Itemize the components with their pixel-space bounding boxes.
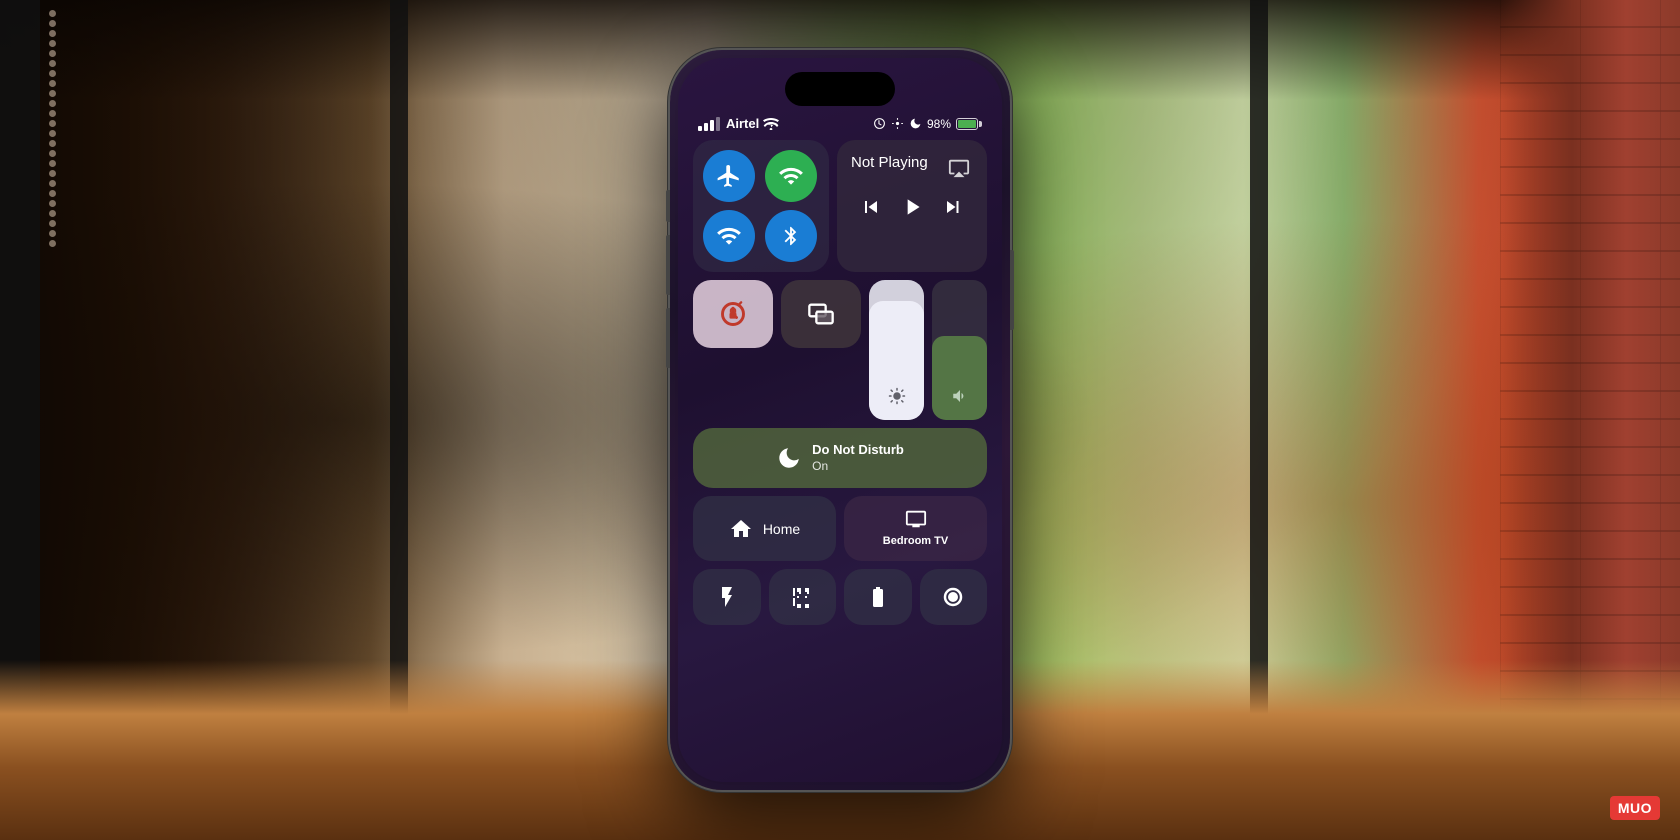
muo-watermark: MUO xyxy=(1610,796,1660,820)
wifi-icon xyxy=(716,223,742,249)
home-label: Home xyxy=(763,521,800,537)
battery-status-icon xyxy=(866,585,890,609)
fast-forward-button[interactable] xyxy=(933,191,973,229)
wifi-button[interactable] xyxy=(703,210,755,262)
rewind-button[interactable] xyxy=(851,191,891,229)
dnd-label: Do Not Disturb On xyxy=(812,442,904,474)
bluetooth-icon xyxy=(780,225,802,247)
home-row: Home Bedroom TV xyxy=(693,496,987,560)
phone-screen: Airtel xyxy=(678,58,1002,782)
carrier-name: Airtel xyxy=(726,116,759,131)
moon-icon xyxy=(909,117,922,130)
rotation-lock-button[interactable] xyxy=(693,280,773,348)
brightness-slider[interactable] xyxy=(869,280,924,420)
wifi-status-icon xyxy=(763,118,779,130)
phone-device: Airtel xyxy=(670,50,1010,790)
airplay-button[interactable] xyxy=(945,154,973,182)
volume-icon xyxy=(951,387,969,405)
bluetooth-button[interactable] xyxy=(765,210,817,262)
mute-switch[interactable] xyxy=(666,190,670,222)
do-not-disturb-button[interactable]: Do Not Disturb On xyxy=(693,428,987,488)
control-center: Not Playing xyxy=(693,140,987,757)
status-right: 98% xyxy=(873,117,982,131)
battery-icon xyxy=(956,118,982,130)
cellular-button[interactable] xyxy=(765,150,817,202)
play-button[interactable] xyxy=(891,190,933,230)
media-top: Not Playing xyxy=(851,154,973,182)
media-player[interactable]: Not Playing xyxy=(837,140,987,272)
bedroom-tv-button[interactable]: Bedroom TV xyxy=(844,496,987,560)
brightness-icon xyxy=(888,387,906,405)
battery-widget-button[interactable] xyxy=(844,569,912,625)
top-grid: Not Playing xyxy=(693,140,987,272)
bedroom-tv-label: Bedroom TV xyxy=(883,534,948,548)
screen-mirror-icon xyxy=(807,300,835,328)
qr-scanner-button[interactable] xyxy=(769,569,837,625)
bottom-row xyxy=(693,569,987,625)
dnd-row: Do Not Disturb On xyxy=(693,428,987,488)
airplane-icon xyxy=(716,163,742,189)
tv-icon xyxy=(905,508,927,530)
media-controls xyxy=(851,190,973,230)
status-left: Airtel xyxy=(698,116,779,131)
moon-dnd-icon xyxy=(776,445,802,471)
status-bar: Airtel xyxy=(698,116,982,131)
screen-mirror-button[interactable] xyxy=(781,280,861,348)
dynamic-island xyxy=(785,72,895,106)
home-button[interactable]: Home xyxy=(693,496,836,560)
record-icon xyxy=(941,585,965,609)
home-icon xyxy=(729,517,753,541)
screen-record-button[interactable] xyxy=(920,569,988,625)
qr-icon xyxy=(790,585,814,609)
volume-slider[interactable] xyxy=(932,280,987,420)
not-playing-label: Not Playing xyxy=(851,154,928,171)
airplane-mode-button[interactable] xyxy=(703,150,755,202)
battery-percent: 98% xyxy=(927,117,951,131)
volume-up-button[interactable] xyxy=(666,235,670,295)
phone-body: Airtel xyxy=(670,50,1010,790)
focus-icon xyxy=(891,117,904,130)
flashlight-button[interactable] xyxy=(693,569,761,625)
connectivity-group xyxy=(693,140,829,272)
flashlight-icon xyxy=(715,585,739,609)
power-button[interactable] xyxy=(1010,250,1014,330)
volume-down-button[interactable] xyxy=(666,308,670,368)
signal-bars-icon xyxy=(698,117,720,131)
cellular-icon xyxy=(778,163,804,189)
alarm-icon xyxy=(873,117,886,130)
airplay-icon xyxy=(948,157,970,179)
middle-row xyxy=(693,280,987,420)
rotation-lock-icon xyxy=(719,300,747,328)
